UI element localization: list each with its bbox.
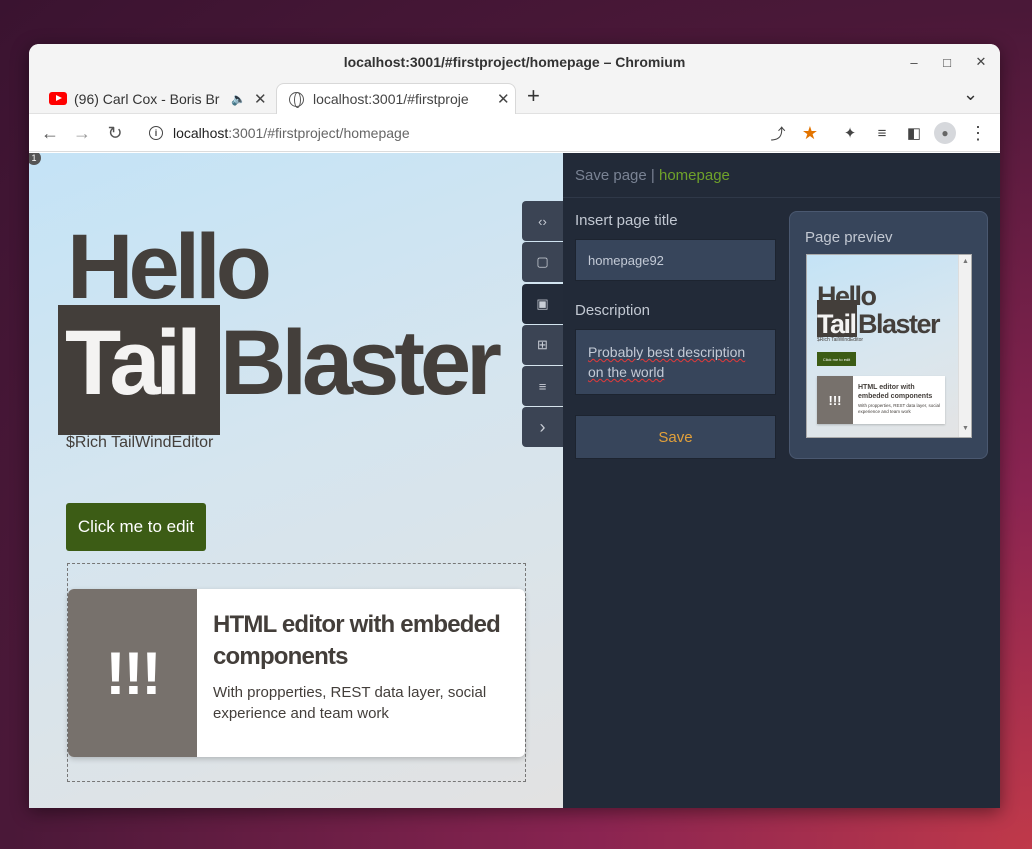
breadcrumb-action[interactable]: Save page xyxy=(575,167,647,184)
media-control-icon[interactable]: ≡ xyxy=(869,114,895,152)
description-text: Probably best description on the world xyxy=(588,344,746,380)
preview-card: !!! HTML editor with embeded components … xyxy=(817,376,945,424)
scroll-up-icon[interactable]: ▲ xyxy=(962,258,969,265)
share-icon[interactable]: ⤴ xyxy=(765,114,791,152)
close-window-button[interactable]: ✕ xyxy=(964,44,998,80)
close-tab-icon[interactable]: ✕ xyxy=(497,90,510,108)
editor-toolstrip: ‹› ▢ ▣ ⊞ ≡ › xyxy=(522,201,563,449)
save-page-panel: Save page | homepage Insert page title h… xyxy=(563,153,1000,808)
window-title: localhost:3001/#firstproject/homepage – … xyxy=(343,54,686,70)
toolbar: ← → ↻ i localhost:3001/#firstproject/hom… xyxy=(29,114,1000,152)
profile-avatar: ● xyxy=(934,122,956,144)
page-preview-label: Page previev xyxy=(805,229,893,246)
hero-heading-word[interactable]: Blaster xyxy=(220,313,502,413)
hero-highlight-word[interactable]: Tail xyxy=(65,313,202,413)
tab-bar: (96) Carl Cox - Boris Br 🔈 ✕ localhost:3… xyxy=(29,80,1000,114)
url-host: localhost xyxy=(173,125,229,141)
hero-subtitle[interactable]: $Rich TailWindEditor xyxy=(66,434,213,452)
card-image: !!! xyxy=(68,589,197,757)
breadcrumb-page[interactable]: homepage xyxy=(659,167,730,184)
page-title-input[interactable]: homepage92 xyxy=(575,239,776,281)
divider xyxy=(563,197,1000,198)
grid-icon[interactable]: ⊞ xyxy=(522,324,563,365)
tab-label: (96) Carl Cox - Boris Br xyxy=(74,90,220,107)
file-icon[interactable]: ▢ xyxy=(522,242,563,283)
bookmark-star-icon[interactable]: ★ xyxy=(797,114,823,152)
scroll-down-icon[interactable]: ▼ xyxy=(962,425,969,432)
description-textarea[interactable]: Probably best description on the world xyxy=(575,329,776,395)
preview-button: Click me to edit xyxy=(817,352,856,366)
chevron-right-icon[interactable]: › xyxy=(522,407,563,448)
tab-search-button[interactable]: ⌄ xyxy=(963,84,978,105)
editor-canvas[interactable]: 1 Hello Tail Blaster $Rich TailWindEdito… xyxy=(29,153,563,808)
save-icon[interactable]: ▣ xyxy=(522,283,563,324)
address-bar[interactable]: i localhost:3001/#firstproject/homepage xyxy=(137,118,827,148)
code-icon[interactable]: ‹› xyxy=(522,201,563,241)
tab-youtube[interactable]: (96) Carl Cox - Boris Br 🔈 ✕ xyxy=(39,83,279,114)
browser-window: localhost:3001/#firstproject/homepage – … xyxy=(29,44,1000,808)
breadcrumb-separator: | xyxy=(650,167,655,184)
page-title-label: Insert page title xyxy=(575,212,678,229)
forward-button[interactable]: → xyxy=(67,114,97,152)
globe-icon xyxy=(289,91,304,108)
side-panel-icon[interactable]: ◧ xyxy=(901,114,927,152)
close-tab-icon[interactable]: ✕ xyxy=(254,90,267,108)
page-preview-frame[interactable]: Hello Tail Blaster $Rich TailWindEditor … xyxy=(806,254,972,438)
tab-label: localhost:3001/#firstproje xyxy=(313,91,469,107)
minimize-button[interactable]: – xyxy=(897,44,931,80)
element-count-badge: 1 xyxy=(29,153,41,165)
reload-button[interactable]: ↻ xyxy=(100,114,130,152)
card-title[interactable]: HTML editor with embeded components xyxy=(213,609,513,673)
title-bar: localhost:3001/#firstproject/homepage – … xyxy=(29,44,1000,80)
preview-card-text: With propperties, REST data layer, socia… xyxy=(858,403,940,414)
profile-icon[interactable]: ● xyxy=(932,114,958,152)
info-icon[interactable]: i xyxy=(149,126,163,140)
new-tab-button[interactable]: + xyxy=(527,83,540,109)
description-label: Description xyxy=(575,302,651,319)
hero-heading-line1[interactable]: Hello xyxy=(67,221,272,313)
preview-tail: Tail xyxy=(817,309,857,339)
url-path: :3001/#firstproject/homepage xyxy=(228,125,410,141)
feature-card[interactable]: !!! HTML editor with embeded components … xyxy=(68,589,525,757)
page-preview-box: Page previev Hello Tail Blaster $Rich Ta… xyxy=(789,211,988,459)
preview-scrollbar[interactable]: ▲ ▼ xyxy=(958,255,971,437)
page-content: 1 Hello Tail Blaster $Rich TailWindEdito… xyxy=(29,153,1000,808)
database-icon[interactable]: ≡ xyxy=(522,366,563,407)
card-text[interactable]: With propperties, REST data layer, socia… xyxy=(213,682,513,724)
youtube-icon xyxy=(49,92,67,105)
tab-localhost[interactable]: localhost:3001/#firstproje ✕ xyxy=(276,83,516,114)
back-button[interactable]: ← xyxy=(35,114,65,152)
extensions-icon[interactable]: ✦ xyxy=(837,114,863,152)
preview-subtitle: $Rich TailWindEditor xyxy=(817,337,864,343)
preview-card-title: HTML editor with embeded components xyxy=(858,384,933,400)
speaker-icon[interactable]: 🔈 xyxy=(231,92,246,106)
preview-card-image: !!! xyxy=(817,376,853,424)
breadcrumb: Save page | homepage xyxy=(575,167,730,184)
maximize-button[interactable]: □ xyxy=(930,44,964,80)
preview-blaster: Blaster xyxy=(858,309,941,339)
url-text: localhost:3001/#firstproject/homepage xyxy=(173,125,410,141)
save-button[interactable]: Save xyxy=(575,415,776,459)
click-to-edit-button[interactable]: Click me to edit xyxy=(66,503,206,551)
menu-icon[interactable]: ⋮ xyxy=(965,114,991,152)
